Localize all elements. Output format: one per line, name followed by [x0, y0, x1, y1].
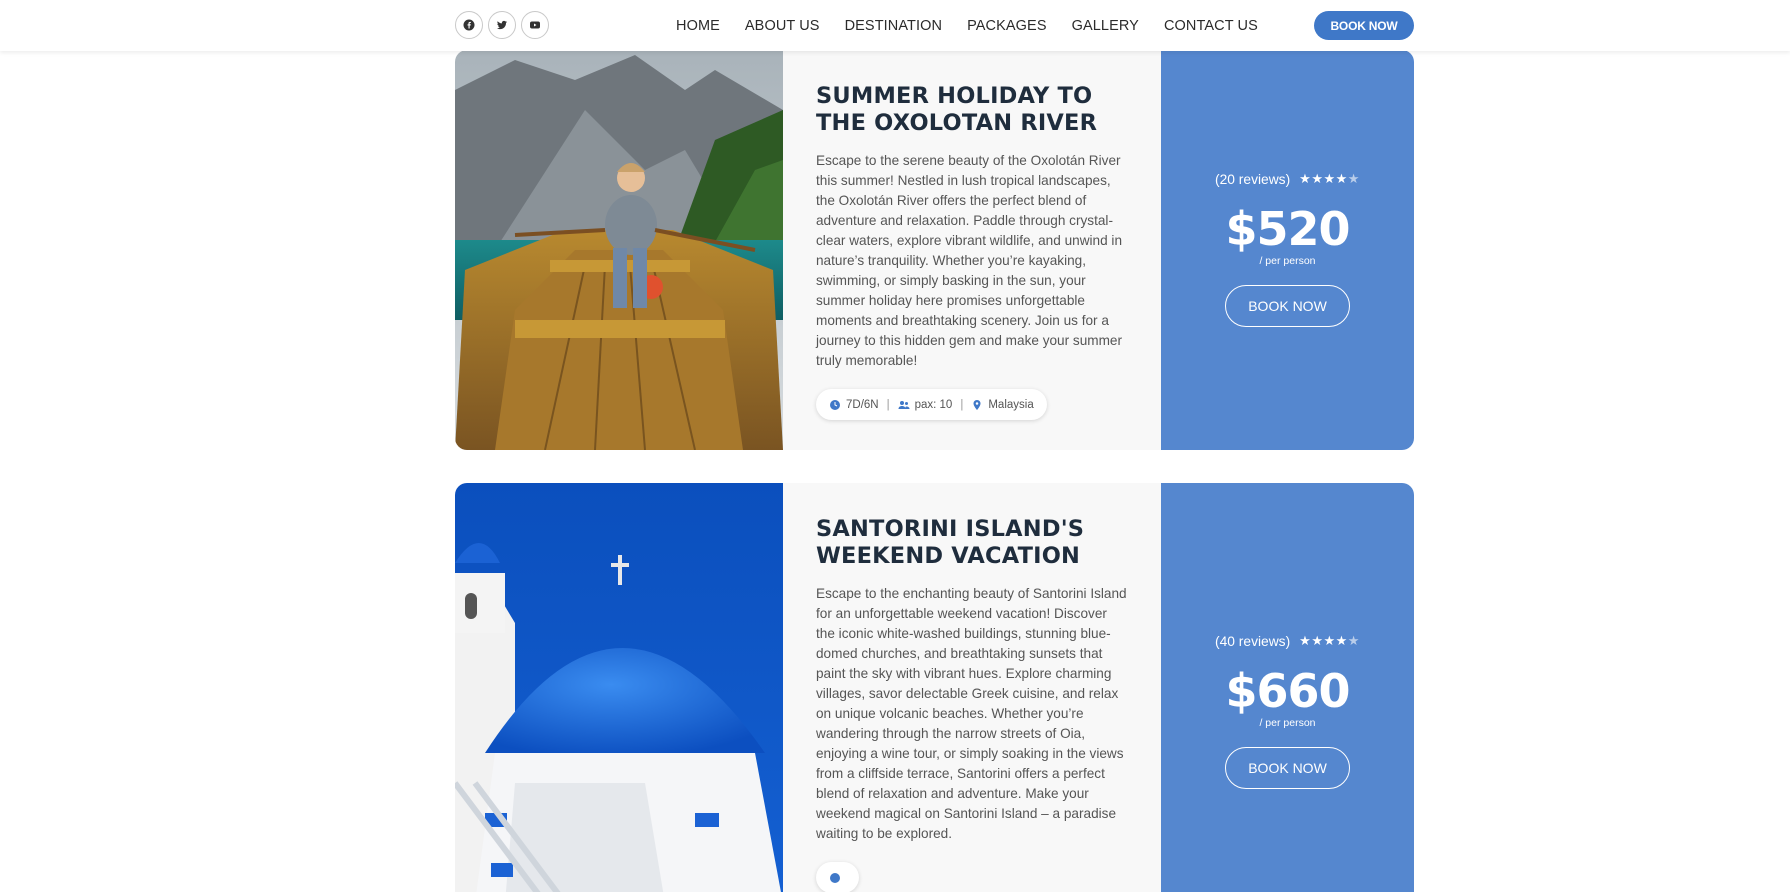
package-photo-boat	[455, 50, 783, 450]
nav-about-us[interactable]: ABOUT US	[745, 18, 820, 34]
nav-gallery[interactable]: GALLERY	[1072, 18, 1139, 34]
package-meta: 7D/6N | pax: 10 | Malaysia	[816, 389, 1047, 420]
package-details: SANTORINI ISLAND'S WEEKEND VACATION Esca…	[783, 483, 1161, 892]
facebook-link[interactable]	[455, 11, 483, 39]
youtube-link[interactable]	[521, 11, 549, 39]
package-description: Escape to the enchanting beauty of Santo…	[816, 586, 1127, 841]
book-now-button[interactable]: BOOK NOW	[1225, 747, 1350, 789]
reviews-row: (40 reviews) ★★★★★	[1215, 633, 1360, 649]
package-duration: 7D/6N	[846, 398, 879, 411]
price-panel: (20 reviews) ★★★★★ $520 / per person BOO…	[1161, 50, 1414, 450]
package-price: $660	[1225, 664, 1350, 718]
facebook-icon	[463, 19, 475, 31]
meta-divider: |	[886, 398, 890, 411]
nav-packages[interactable]: PACKAGES	[967, 18, 1047, 34]
social-links	[455, 11, 549, 39]
rating-stars: ★★★★★	[1299, 171, 1360, 186]
package-meta	[816, 862, 859, 892]
header-book-now-button[interactable]: BOOK NOW	[1314, 11, 1414, 40]
price-panel: (40 reviews) ★★★★★ $660 / per person BOO…	[1161, 483, 1414, 892]
nav-destination[interactable]: DESTINATION	[845, 18, 943, 34]
main-nav: HOME ABOUT US DESTINATION PACKAGES GALLE…	[676, 0, 1283, 51]
users-icon	[898, 400, 910, 409]
package-card: SUMMER HOLIDAY TO THE OXOLOTAN RIVER Esc…	[455, 50, 1414, 450]
package-location: Malaysia	[988, 398, 1034, 411]
site-header: HOME ABOUT US DESTINATION PACKAGES GALLE…	[0, 0, 1790, 51]
reviews-row: (20 reviews) ★★★★★	[1215, 171, 1360, 187]
twitter-icon	[497, 20, 507, 30]
package-card: SANTORINI ISLAND'S WEEKEND VACATION Esca…	[455, 483, 1414, 892]
twitter-link[interactable]	[488, 11, 516, 39]
meta-divider: |	[960, 398, 964, 411]
rating-stars: ★★★★★	[1299, 633, 1360, 648]
youtube-icon	[530, 21, 540, 29]
package-price: $520	[1225, 202, 1350, 256]
review-count: (40 reviews)	[1215, 633, 1291, 649]
clock-icon	[830, 399, 840, 410]
review-count: (20 reviews)	[1215, 171, 1291, 187]
clock-icon	[830, 872, 840, 883]
package-title: SUMMER HOLIDAY TO THE OXOLOTAN RIVER	[816, 83, 1098, 136]
package-description: Escape to the serene beauty of the Oxolo…	[816, 153, 1123, 368]
location-pin-icon	[973, 399, 981, 410]
nav-home[interactable]: HOME	[676, 18, 720, 34]
package-details: SUMMER HOLIDAY TO THE OXOLOTAN RIVER Esc…	[783, 50, 1161, 450]
price-unit: / per person	[1259, 717, 1316, 729]
price-unit: / per person	[1259, 255, 1316, 267]
package-pax: pax: 10	[914, 398, 953, 411]
book-now-button[interactable]: BOOK NOW	[1225, 285, 1350, 327]
package-photo-santorini	[455, 483, 783, 892]
package-title: SANTORINI ISLAND'S WEEKEND VACATION	[816, 516, 1085, 569]
nav-contact-us[interactable]: CONTACT US	[1164, 18, 1258, 34]
